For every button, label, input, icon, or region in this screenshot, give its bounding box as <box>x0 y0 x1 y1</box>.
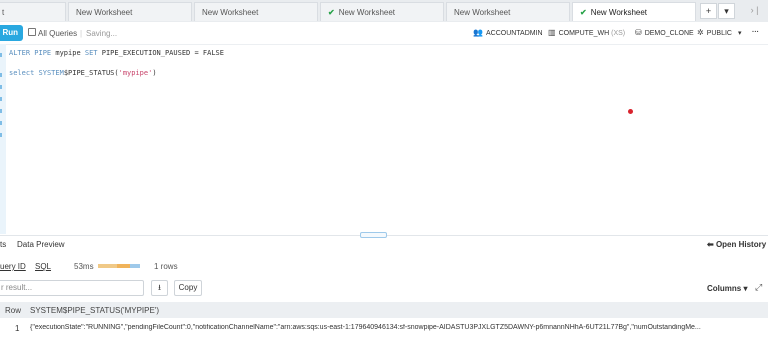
database-selector[interactable]: ⛁ DEMO_CLONE <box>635 28 694 39</box>
chevron-down-icon: ▾ <box>737 30 742 37</box>
tab-label: New Worksheet <box>590 8 648 17</box>
download-icon[interactable]: ⭳ <box>151 280 168 296</box>
column-header-row: Row <box>5 306 22 315</box>
duration-bar-segment <box>130 264 140 268</box>
check-icon: ✔ <box>328 8 335 17</box>
all-queries-label[interactable]: All Queries <box>38 29 77 38</box>
duration-bar <box>98 264 140 268</box>
row-number: 1 <box>15 324 20 333</box>
chevron-down-icon: ▾ <box>743 284 748 293</box>
schema-label: PUBLIC <box>706 30 732 37</box>
pipe-status-cell[interactable]: {"executionState":"RUNNING","pendingFile… <box>30 324 768 331</box>
query-id-link[interactable]: uery ID <box>0 262 26 271</box>
warehouse-icon: ▥ <box>548 28 556 37</box>
check-icon: ✔ <box>580 8 587 17</box>
open-history-button[interactable]: ⬅ Open History <box>707 240 766 249</box>
tab-dropdown-button[interactable]: ▾ <box>718 3 735 19</box>
tab-label: New Worksheet <box>76 8 133 17</box>
warehouse-label: COMPUTE_WH <box>558 30 610 37</box>
duration-bar-segment <box>98 264 117 268</box>
worksheet-tab-3[interactable]: ✔ New Worksheet <box>320 2 444 21</box>
tab-label: New Worksheet <box>338 8 396 17</box>
filter-result-input[interactable]: r result... <box>0 280 144 296</box>
worksheet-tab-5-active[interactable]: ✔ New Worksheet <box>572 2 696 21</box>
more-options-button[interactable]: ··· <box>752 28 759 38</box>
sql-keyword: select <box>9 69 35 77</box>
saving-status: Saving... <box>86 29 118 38</box>
duration-bar-segment <box>116 264 131 268</box>
tab-nav-arrows[interactable]: › | <box>741 3 768 19</box>
sql-line-1[interactable]: ALTER PIPE mypipe SET PIPE_EXECUTION_PAU… <box>9 49 224 57</box>
sql-text: mypipe <box>51 49 85 57</box>
expand-icon[interactable]: ⤢ <box>755 282 762 293</box>
run-button[interactable]: Run <box>0 25 23 41</box>
tab-label: New Worksheet <box>202 8 259 17</box>
arrow-left-icon: ⬅ <box>707 240 716 249</box>
editor-gutter <box>0 44 6 234</box>
worksheet-tab-bar: t New Worksheet New Worksheet ✔ New Works… <box>0 0 768 23</box>
sql-keyword: ALTER PIPE <box>9 49 52 57</box>
sql-keyword: SET <box>84 49 98 57</box>
sql-string: 'mypipe' <box>118 69 153 77</box>
tab-label: New Worksheet <box>454 8 511 17</box>
users-icon: 👥 <box>473 28 483 37</box>
query-duration: 53ms <box>74 262 94 271</box>
database-icon: ⛁ <box>635 28 642 37</box>
toolbar-separator: | <box>80 29 83 38</box>
sql-text: $PIPE_STATUS( <box>63 69 119 77</box>
all-queries-checkbox[interactable] <box>28 28 36 36</box>
sql-keyword: SYSTEM <box>38 69 64 77</box>
worksheet-tab-2[interactable]: New Worksheet <box>194 2 318 21</box>
role-selector[interactable]: 👥 ACCOUNTADMIN <box>473 28 543 39</box>
resize-handle[interactable] <box>360 232 387 238</box>
worksheet-tab-1[interactable]: New Worksheet <box>68 2 192 21</box>
add-tab-button[interactable]: + <box>700 3 717 19</box>
warehouse-size: (XS) <box>611 30 626 37</box>
tab-label: t <box>2 8 5 17</box>
sql-text: ) <box>152 69 157 77</box>
worksheet-tab-0[interactable]: t <box>0 2 66 21</box>
sql-link[interactable]: SQL <box>35 262 51 271</box>
sql-text: PIPE_EXECUTION_PAUSED = FALSE <box>97 49 224 57</box>
column-header-pipe-status[interactable]: SYSTEM$PIPE_STATUS('MYPIPE') <box>30 306 159 315</box>
columns-label: Columns <box>707 284 742 293</box>
worksheet-tab-4[interactable]: New Worksheet <box>446 2 570 21</box>
copy-button[interactable]: Copy <box>174 280 202 296</box>
tab-data-preview[interactable]: Data Preview <box>17 240 65 249</box>
open-history-label: Open History <box>715 240 767 249</box>
tab-results[interactable]: ts <box>0 240 6 249</box>
schema-icon: ✲ <box>697 28 704 37</box>
database-label: DEMO_CLONE <box>644 30 694 37</box>
row-count: 1 rows <box>154 262 178 271</box>
cursor-dot <box>628 109 633 114</box>
role-label: ACCOUNTADMIN <box>485 30 543 37</box>
sql-line-2[interactable]: select SYSTEM$PIPE_STATUS('mypipe') <box>9 69 157 77</box>
warehouse-selector[interactable]: ▥ COMPUTE_WH (XS) <box>548 28 625 39</box>
schema-selector[interactable]: ✲ PUBLIC ▾ <box>697 28 741 39</box>
columns-button[interactable]: Columns ▾ <box>707 284 747 293</box>
